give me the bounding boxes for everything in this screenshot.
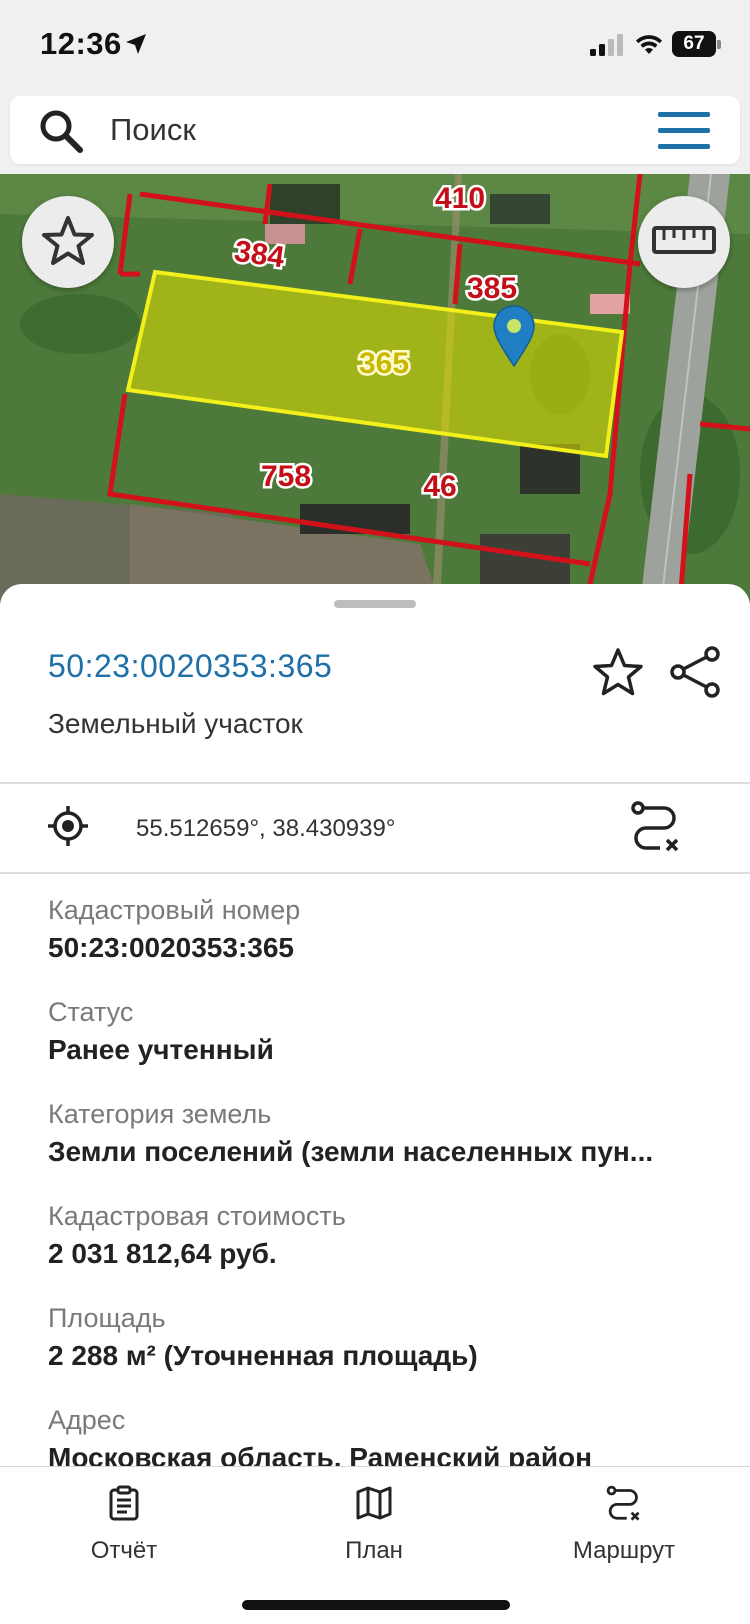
search-input[interactable] [110,108,610,152]
detail-value[interactable]: Ранее учтенный [48,1030,728,1070]
parcel-details: Кадастровый номер 50:23:0020353:365 Стат… [48,892,728,1466]
tab-route[interactable]: Маршрут [524,1485,724,1575]
wifi-icon [636,35,662,54]
map-icon [356,1486,392,1520]
detail-value[interactable]: Земли поселений (земли населенных пун... [48,1132,728,1172]
search-bar [10,96,740,164]
report-icon [109,1485,139,1521]
detail-status: Статус Ранее учтенный [48,994,728,1096]
share-icon[interactable] [668,644,722,700]
hamburger-menu-icon[interactable] [658,110,714,150]
favorite-star-icon[interactable] [592,646,644,698]
coordinates-text[interactable]: 55.512659°, 38.430939° [136,815,395,843]
route-icon[interactable] [630,800,682,852]
map-view[interactable]: 410 384 385 365 758 46 [0,174,750,604]
parcel-id-title[interactable]: 50:23:0020353:365 [48,648,332,685]
tab-label: Маршрут [572,1537,676,1564]
detail-value[interactable]: 50:23:0020353:365 [48,928,728,968]
battery-icon: 67 [672,31,721,57]
detail-value[interactable]: 2 031 812,64 руб. [48,1234,728,1274]
tab-plan[interactable]: План [274,1485,474,1575]
coordinates-row[interactable]: 55.512659°, 38.430939° [0,784,750,872]
tab-label: План [345,1537,403,1564]
detail-cadastral-number: Кадастровый номер 50:23:0020353:365 [48,892,728,994]
status-bar: 12:36 67 [0,0,750,90]
detail-cadastral-value: Кадастровая стоимость 2 031 812,64 руб. [48,1198,728,1300]
location-arrow-icon [126,34,146,54]
detail-label: Категория земель [48,1099,272,1129]
target-location-icon [48,806,88,846]
parcel-label-410: 410 [435,182,485,215]
parcel-label-384: 384 [232,235,286,275]
detail-value[interactable]: 2 288 м² (Уточненная площадь) [48,1336,728,1376]
detail-value[interactable]: Московская область, Раменский район [48,1438,728,1466]
star-icon [42,216,94,265]
detail-label: Площадь [48,1303,166,1333]
detail-label: Кадастровая стоимость [48,1201,346,1231]
detail-address: Адрес Московская область, Раменский райо… [48,1402,728,1466]
detail-label: Статус [48,997,134,1027]
ruler-icon [652,226,716,254]
detail-area: Площадь 2 288 м² (Уточненная площадь) [48,1300,728,1402]
tab-report[interactable]: Отчёт [24,1485,224,1575]
detail-land-category: Категория земель Земли поселений (земли … [48,1096,728,1198]
tab-label: Отчёт [90,1537,158,1564]
favorite-map-button[interactable] [22,196,114,288]
ruler-button[interactable] [638,196,730,288]
parcel-label-46: 46 [423,470,456,503]
parcel-type: Земельный участок [48,708,303,739]
detail-label: Адрес [48,1405,126,1435]
divider [0,872,750,874]
home-indicator[interactable] [242,1600,510,1610]
status-time: 12:36 [40,26,122,61]
battery-level: 67 [683,33,705,54]
parcel-label-365: 365 [359,347,409,380]
cellular-signal-icon [590,34,623,56]
parcel-bottom-sheet[interactable]: 50:23:0020353:365 Земельный участок 55.5… [0,584,750,1466]
route-icon [606,1485,640,1521]
sheet-grabber[interactable] [334,600,416,608]
parcel-label-385: 385 [467,272,517,305]
detail-label: Кадастровый номер [48,895,301,925]
search-icon [40,110,83,153]
parcel-label-758: 758 [261,460,311,493]
